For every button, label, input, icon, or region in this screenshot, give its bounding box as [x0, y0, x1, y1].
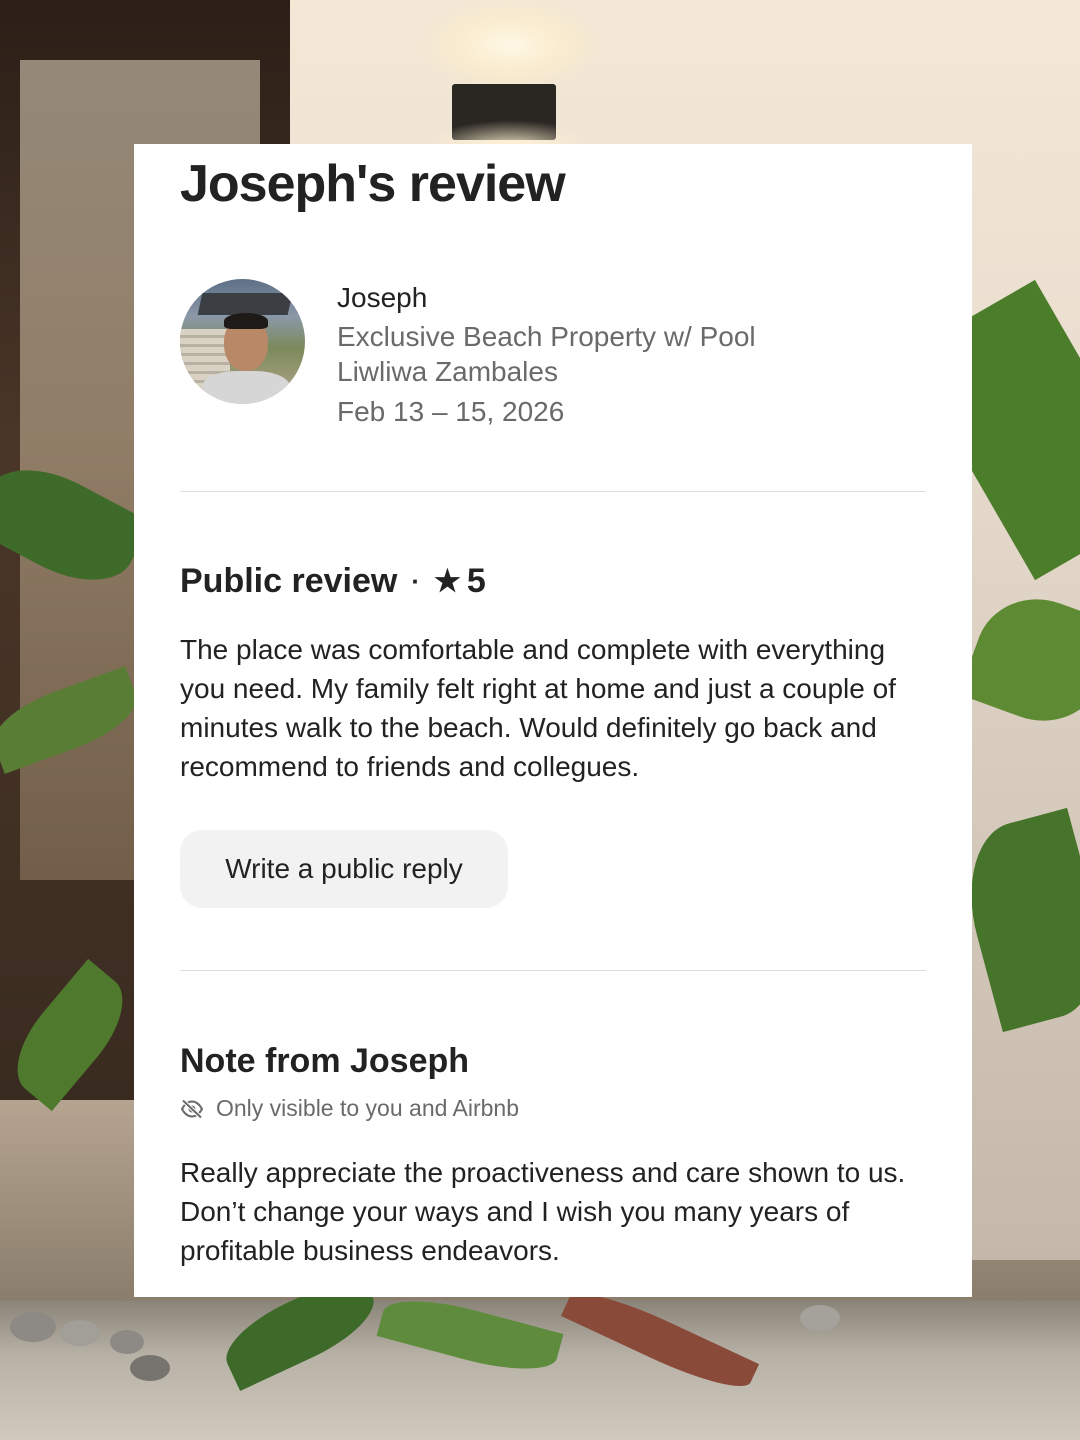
background-stone — [800, 1305, 840, 1331]
review-card: Joseph's review Joseph Exclusive Beach P… — [134, 144, 972, 1297]
background-stone — [130, 1355, 170, 1381]
background-stone — [10, 1312, 56, 1342]
star-icon: ★ — [434, 565, 461, 598]
public-review-text: The place was comfortable and complete w… — [180, 634, 896, 782]
background-stone — [60, 1320, 100, 1346]
background-photo: Joseph's review Joseph Exclusive Beach P… — [0, 0, 1080, 1440]
avatar-shirt — [202, 371, 290, 404]
background-stone — [110, 1330, 144, 1354]
eye-slash-icon — [180, 1098, 204, 1119]
private-note-text: Really appreciate the proactiveness and … — [180, 1157, 906, 1266]
public-review-heading: Public review · ★ 5 — [180, 562, 486, 601]
separator-dot: · — [411, 566, 420, 596]
rating-value: 5 — [466, 562, 486, 600]
background-light-glow — [420, 0, 600, 90]
avatar-background-roof — [197, 293, 293, 315]
listing-title: Exclusive Beach Property w/ Pool — [337, 321, 756, 352]
visibility-notice-text: Only visible to you and Airbnb — [216, 1095, 520, 1121]
avatar[interactable] — [180, 279, 305, 404]
avatar-hair — [224, 313, 268, 329]
listing-location: Liwliwa Zambales — [337, 356, 558, 387]
reviewer-name: Joseph — [337, 282, 428, 313]
section-divider — [180, 970, 926, 971]
page-title: Joseph's review — [180, 155, 566, 213]
public-review-heading-label: Public review — [180, 562, 398, 600]
write-public-reply-button[interactable]: Write a public reply — [180, 830, 508, 908]
private-note-heading: Note from Joseph — [180, 1042, 470, 1080]
stay-dates: Feb 13 – 15, 2026 — [337, 396, 565, 427]
section-divider — [180, 491, 926, 492]
visibility-notice: Only visible to you and Airbnb — [180, 1095, 519, 1122]
